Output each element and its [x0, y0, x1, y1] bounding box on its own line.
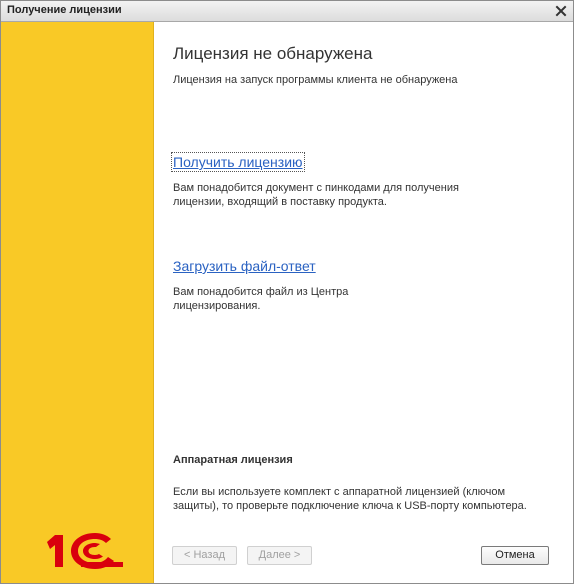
- back-button[interactable]: < Назад: [172, 546, 237, 565]
- license-dialog: Получение лицензии Лицензия не обнаружен…: [0, 0, 574, 584]
- sidebar-panel: [1, 22, 154, 583]
- window-title: Получение лицензии: [7, 4, 122, 16]
- hardware-license-title: Аппаратная лицензия: [173, 454, 293, 466]
- cancel-button[interactable]: Отмена: [481, 546, 549, 565]
- page-heading: Лицензия не обнаружена: [173, 44, 373, 63]
- get-license-description: Вам понадобится документ с пинкодами для…: [173, 182, 459, 208]
- hardware-license-description: Если вы используете комплект с аппаратно…: [173, 486, 527, 512]
- title-bar[interactable]: Получение лицензии: [1, 1, 573, 22]
- close-button[interactable]: [553, 3, 569, 19]
- load-response-file-link[interactable]: Загрузить файл-ответ: [173, 258, 316, 274]
- close-icon: [555, 5, 567, 17]
- get-license-link[interactable]: Получить лицензию: [171, 152, 305, 172]
- load-response-description: Вам понадобится файл из Центра лицензиро…: [173, 286, 349, 312]
- next-button[interactable]: Далее >: [247, 546, 312, 565]
- logo-1c-icon: [47, 533, 123, 569]
- logo-1c: [37, 529, 125, 573]
- page-subtitle: Лицензия на запуск программы клиента не …: [173, 74, 458, 86]
